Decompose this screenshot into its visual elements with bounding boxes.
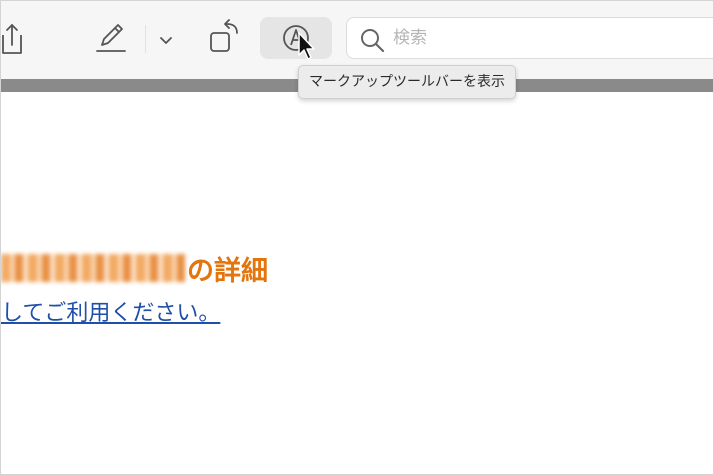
rotate-button[interactable]: [207, 19, 243, 57]
search-input[interactable]: [393, 24, 693, 52]
document-heading: の詳細: [1, 248, 268, 288]
rotate-icon: [210, 19, 238, 52]
mouse-cursor-icon: [298, 32, 315, 60]
search-icon: [361, 29, 385, 53]
markup-toolbar-button[interactable]: [260, 17, 332, 59]
document-link[interactable]: してご利用ください。: [1, 295, 220, 327]
chevron-down-icon: [160, 37, 172, 44]
redacted-text: [1, 254, 185, 282]
search-field[interactable]: [346, 17, 713, 59]
highlight-pen-button[interactable]: [93, 19, 129, 55]
highlight-options-dropdown[interactable]: [155, 27, 177, 53]
share-button[interactable]: [1, 21, 29, 57]
toolbar-separator: [145, 25, 146, 53]
preview-window: マークアップツールバーを表示 の詳細 してご利用ください。: [0, 0, 714, 475]
share-icon: [2, 24, 22, 54]
pen-icon: [96, 24, 126, 52]
heading-suffix-text: の詳細: [187, 255, 268, 287]
markup-tooltip: マークアップツールバーを表示: [298, 65, 516, 99]
